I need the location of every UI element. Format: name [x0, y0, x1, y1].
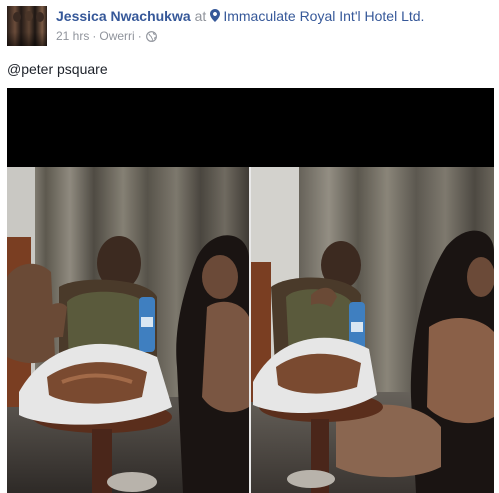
post-photo[interactable] — [7, 88, 494, 493]
at-label: at — [194, 8, 207, 24]
avatar-figure — [36, 12, 44, 22]
photo-letterbox — [7, 88, 494, 167]
facebook-post: Jessica Nwachukwa at Immaculate Royal In… — [0, 0, 499, 493]
meta-separator: · — [137, 29, 142, 43]
photo-panel-left — [7, 167, 249, 493]
author-avatar[interactable] — [7, 6, 47, 46]
post-meta: 21 hrs · Owerri · — [56, 29, 157, 43]
avatar-shade — [7, 32, 47, 46]
avatar-figure — [13, 12, 21, 22]
post-header: Jessica Nwachukwa at Immaculate Royal In… — [56, 8, 424, 26]
location-link[interactable]: Immaculate Royal Int'l Hotel Ltd. — [210, 8, 424, 24]
map-pin-icon — [210, 9, 221, 22]
author-name-link[interactable]: Jessica Nwachukwa — [56, 8, 191, 24]
city-label[interactable]: Owerri — [99, 29, 134, 43]
meta-separator: · — [92, 29, 97, 43]
avatar-figure — [25, 11, 33, 21]
location-name: Immaculate Royal Int'l Hotel Ltd. — [223, 8, 425, 24]
post-message: @peter psquare — [7, 61, 108, 77]
timestamp-link[interactable]: 21 hrs — [56, 29, 89, 43]
globe-icon[interactable] — [145, 30, 157, 42]
photo-panel-right — [251, 167, 494, 493]
